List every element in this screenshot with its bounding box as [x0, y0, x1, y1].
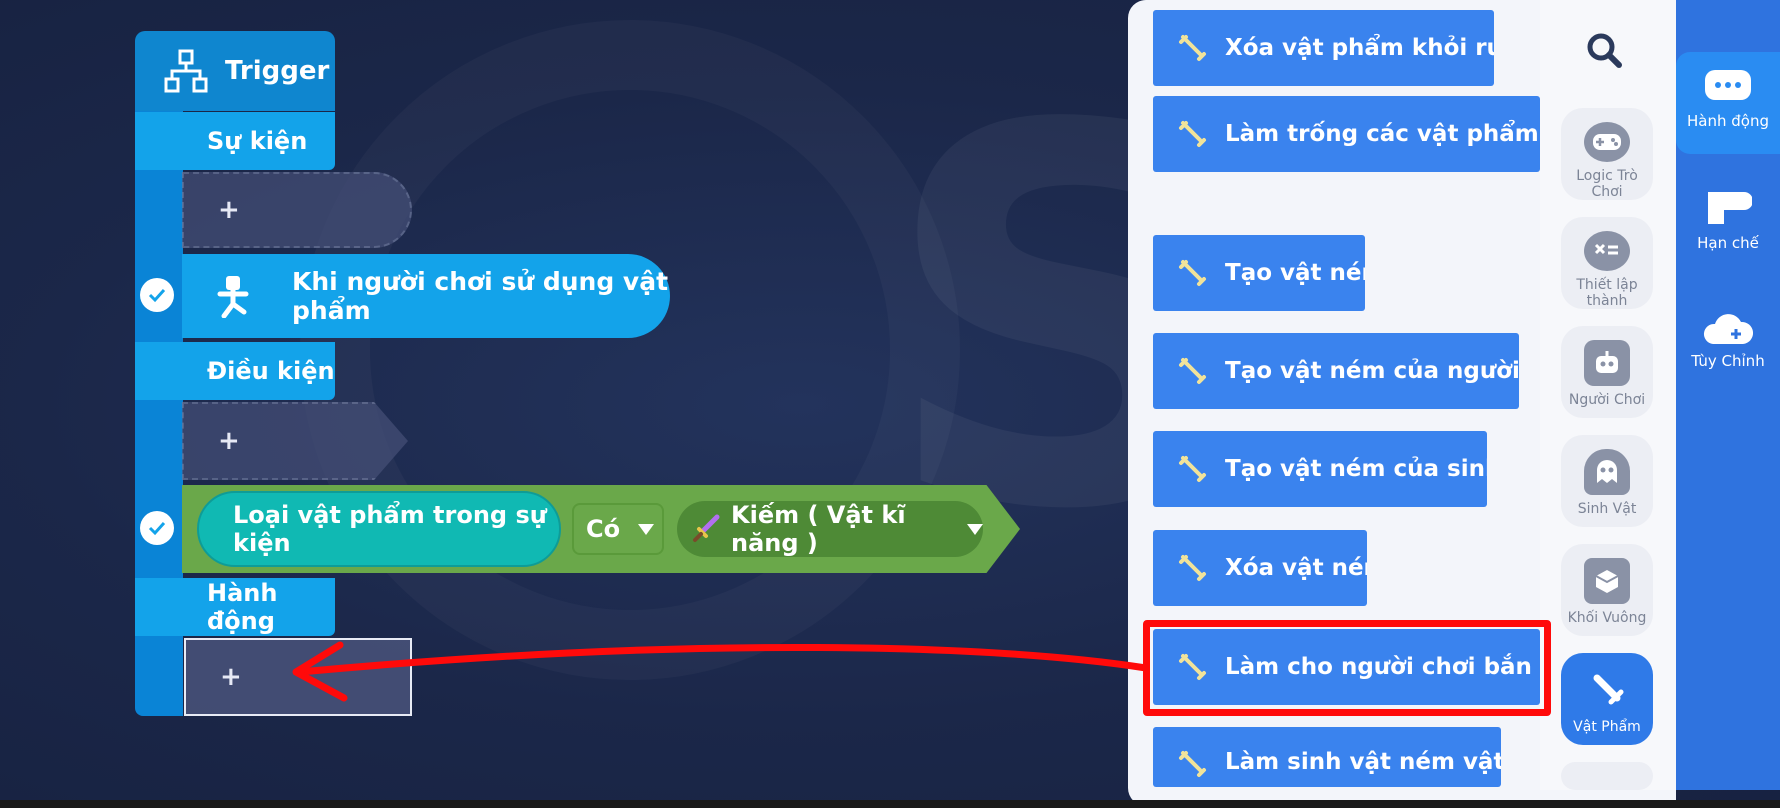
gamepad-icon: [1584, 122, 1630, 162]
category-item[interactable]: Vật Phẩm: [1561, 653, 1653, 745]
cube-icon: [1584, 558, 1630, 604]
tab-custom[interactable]: Tùy Chỉnh: [1676, 310, 1780, 370]
category-block[interactable]: Khối Vuông: [1561, 544, 1653, 636]
category-player[interactable]: Người Chơi: [1561, 326, 1653, 418]
category-creature[interactable]: Sinh Vật: [1561, 435, 1653, 527]
restriction-icon: [1704, 186, 1752, 228]
category-more[interactable]: [1561, 762, 1653, 790]
tab-restrictions[interactable]: Hạn chế: [1676, 186, 1780, 252]
robot-head-icon: [1584, 340, 1630, 386]
annotation-arrow: [292, 641, 1150, 702]
bottom-bar: [0, 800, 1780, 808]
category-setup[interactable]: Thiết lập thành: [1561, 217, 1653, 309]
cloud-plus-icon: [1703, 310, 1753, 346]
variable-icon: [1584, 231, 1630, 271]
search-icon[interactable]: [1584, 30, 1624, 70]
chat-bubble-icon: [1703, 68, 1753, 106]
tab-actions[interactable]: Hành động: [1676, 52, 1780, 154]
ghost-icon: [1584, 449, 1630, 495]
sword-icon: [1584, 667, 1630, 713]
category-game-logic[interactable]: Logic Trò Chơi: [1561, 108, 1653, 200]
